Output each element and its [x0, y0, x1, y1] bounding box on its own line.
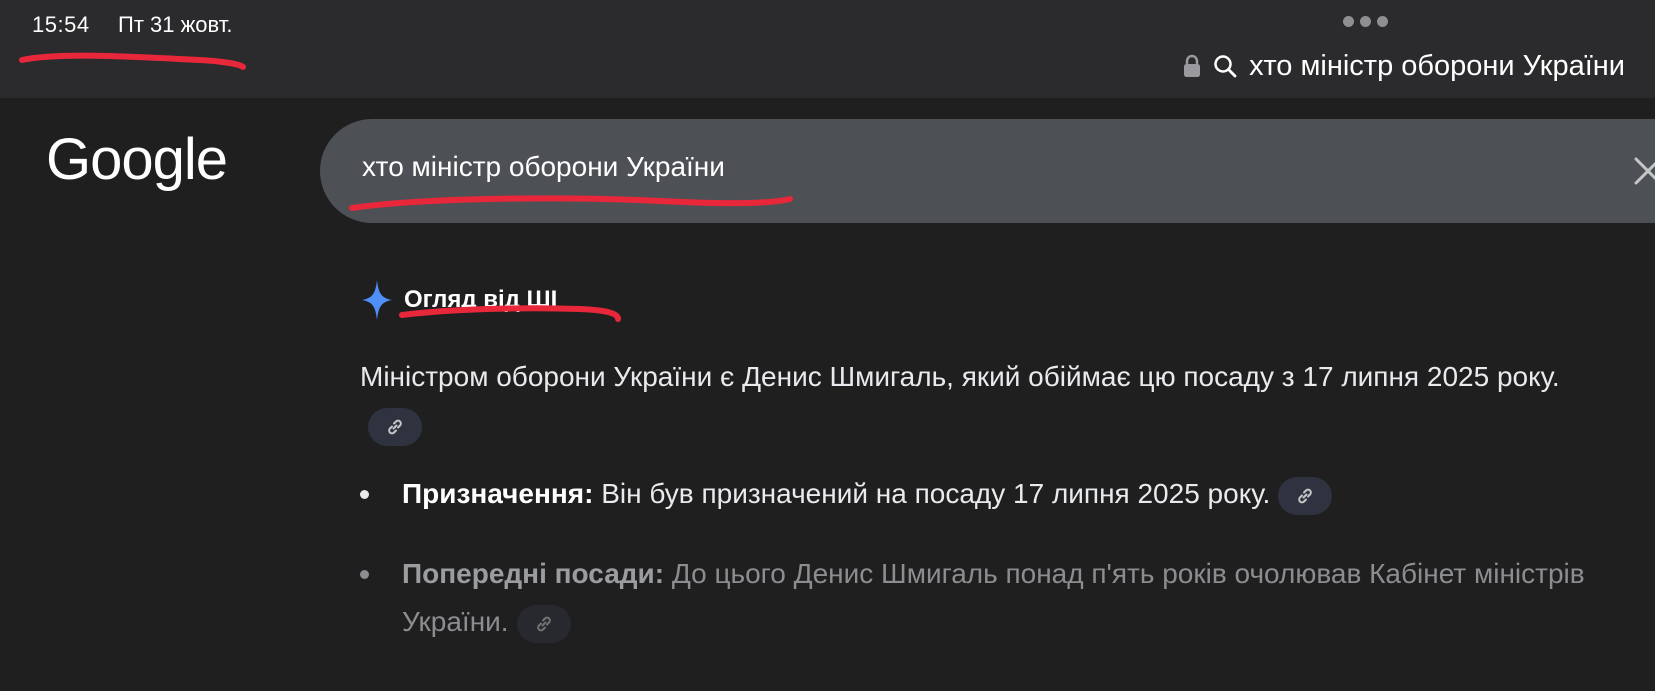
sparkle-icon: [360, 278, 394, 322]
more-dots-icon[interactable]: [1343, 16, 1388, 27]
lock-icon: [1183, 54, 1201, 78]
status-date: Пт 31 жовт.: [118, 12, 233, 37]
search-icon: [1213, 54, 1237, 78]
ai-overview-header: Огляд від ШІ: [360, 272, 557, 328]
bullet-text: Він був призначений на посаду 17 липня 2…: [593, 478, 1271, 509]
status-time: 15:54: [32, 12, 90, 37]
ai-overview-bullets: Призначення: Він був призначений на поса…: [360, 470, 1610, 646]
ai-overview-title: Огляд від ШІ: [404, 286, 558, 313]
browser-top-bar: 15:54 Пт 31 жовт. хто міністр оборони Ук…: [0, 0, 1655, 98]
summary-text: Міністром оборони України є Денис Шмигал…: [360, 361, 1560, 392]
ai-overview-summary: Міністром оборони України є Денис Шмигал…: [360, 353, 1590, 449]
source-link-icon[interactable]: [516, 604, 571, 643]
bullet-label: Призначення:: [402, 478, 594, 509]
google-logo[interactable]: Google: [46, 126, 228, 193]
list-item: Попередні посади: До цього Денис Шмигаль…: [360, 550, 1610, 646]
list-item: Призначення: Він був призначений на поса…: [360, 470, 1610, 518]
close-icon[interactable]: [1628, 151, 1655, 191]
source-link-icon[interactable]: [1278, 476, 1333, 515]
search-input[interactable]: хто міністр оборони України: [362, 151, 725, 183]
address-text: хто міністр оборони України: [1249, 49, 1625, 82]
bullet-label: Попередні посади:: [402, 558, 665, 589]
search-box[interactable]: хто міністр оборони України: [320, 119, 1655, 223]
address-bar[interactable]: хто міністр оборони України: [1183, 46, 1625, 86]
source-link-icon[interactable]: [368, 407, 422, 446]
